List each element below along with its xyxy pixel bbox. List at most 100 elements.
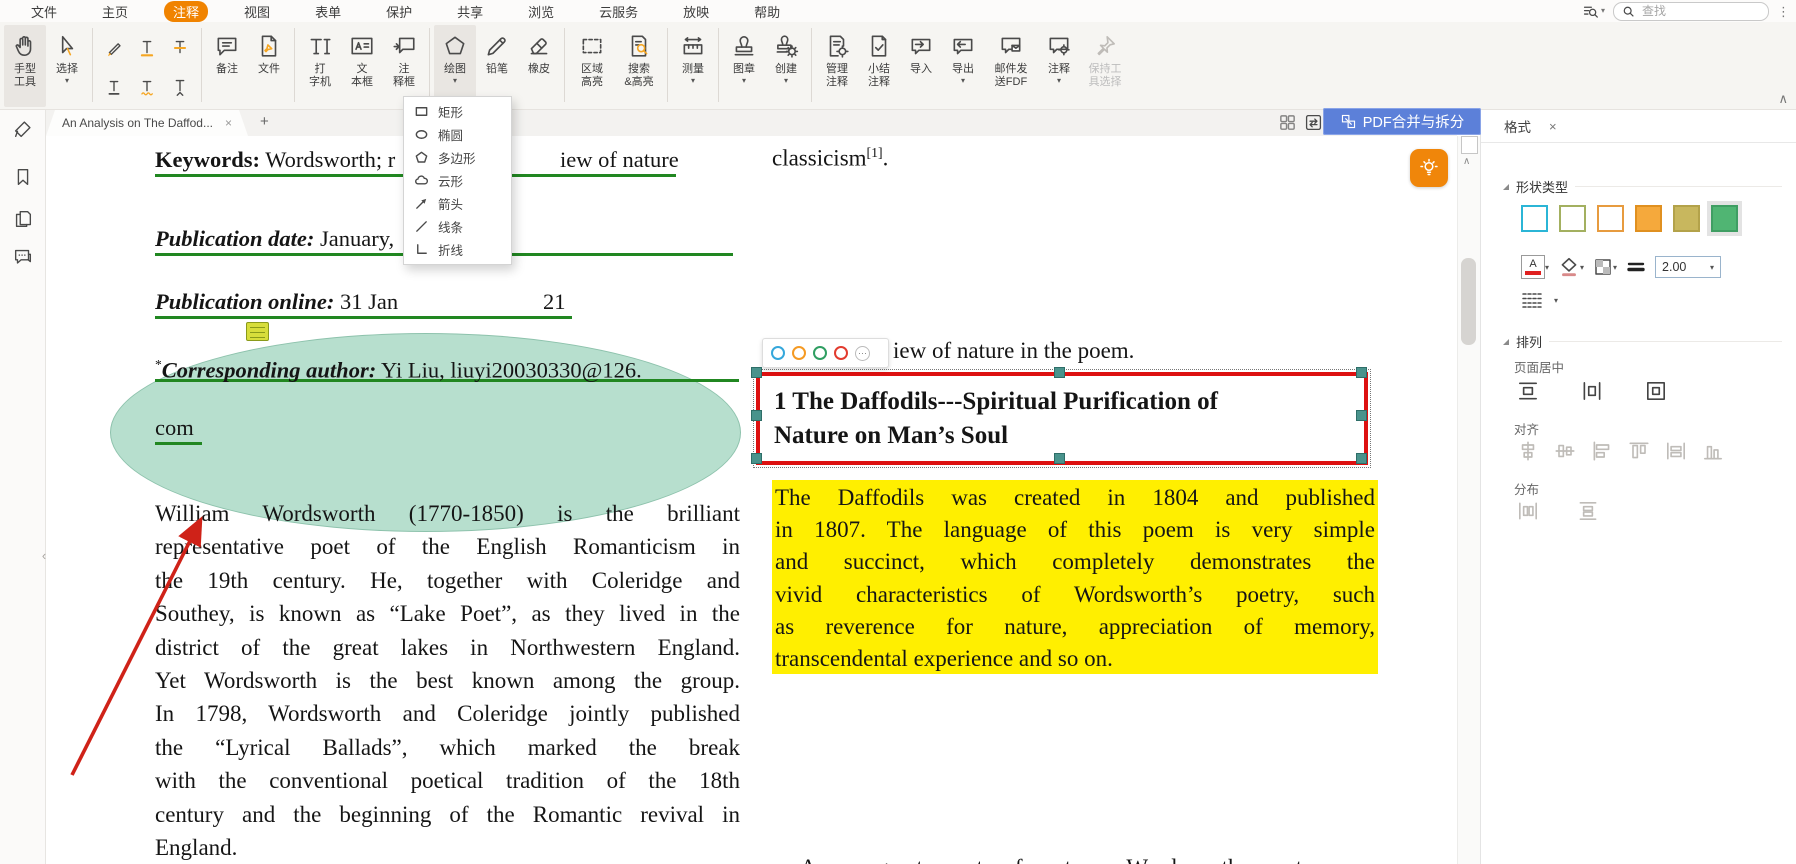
assistant-lightbulb-button[interactable] bbox=[1410, 149, 1448, 187]
format-panel-tab[interactable]: 格式 bbox=[1504, 116, 1531, 136]
resize-handle-se[interactable] bbox=[1356, 453, 1367, 464]
resize-handle-e[interactable] bbox=[1356, 410, 1367, 421]
color-swatch-green[interactable] bbox=[813, 346, 827, 360]
menu-view[interactable]: 视图 bbox=[235, 1, 279, 22]
menu-item-polygon[interactable]: 多边形 bbox=[404, 146, 511, 169]
color-swatch-blue[interactable] bbox=[771, 346, 785, 360]
menu-item-ellipse[interactable]: 椭圆 bbox=[404, 123, 511, 146]
menu-help[interactable]: 帮助 bbox=[745, 1, 789, 22]
typewriter-button[interactable]: 打字机 bbox=[299, 25, 341, 107]
menu-share[interactable]: 共享 bbox=[448, 1, 492, 22]
highlight-text-button[interactable] bbox=[103, 37, 125, 59]
close-panel-icon[interactable]: × bbox=[1549, 119, 1557, 134]
document-tab[interactable]: An Analysis on The Daffod... × bbox=[46, 110, 248, 136]
scroll-up-icon[interactable]: ∧ bbox=[1463, 156, 1470, 167]
shape-style-olive-outline[interactable] bbox=[1559, 205, 1586, 232]
pdf-merge-split-button[interactable]: PDF合并与拆分 bbox=[1323, 108, 1481, 135]
strikeout-text-button[interactable] bbox=[169, 37, 191, 59]
shape-style-orange-outline[interactable] bbox=[1597, 205, 1624, 232]
menu-item-rectangle[interactable]: 矩形 bbox=[404, 100, 511, 123]
menu-present[interactable]: 放映 bbox=[674, 1, 718, 22]
shape-style-khaki-fill[interactable] bbox=[1673, 205, 1700, 232]
dash-style-button[interactable]: ▾ bbox=[1521, 291, 1558, 309]
search-list-icon[interactable]: ▾ bbox=[1582, 3, 1605, 20]
measure-button[interactable]: 测量 ▾ bbox=[672, 25, 714, 107]
menu-annotate[interactable]: 注释 bbox=[164, 1, 208, 22]
eraser-button[interactable]: 橡皮 bbox=[518, 25, 560, 107]
shape-type-section-header[interactable]: 形状类型 bbox=[1503, 177, 1782, 196]
stamp-button[interactable]: 图章 ▾ bbox=[723, 25, 765, 107]
summarize-comments-button[interactable]: 小结注释 bbox=[858, 25, 900, 107]
fill-color-button[interactable]: ▾ bbox=[1558, 256, 1584, 278]
underline-text-button[interactable] bbox=[136, 37, 158, 59]
more-menu-icon[interactable]: ⋮ bbox=[1777, 5, 1790, 18]
shape-style-green-fill[interactable] bbox=[1711, 205, 1738, 232]
shape-style-cyan[interactable] bbox=[1521, 205, 1548, 232]
more-colors-icon[interactable]: ⋯ bbox=[855, 346, 870, 361]
comments-settings-button[interactable]: 注释 ▾ bbox=[1038, 25, 1080, 107]
arrange-section-header[interactable]: 排列 bbox=[1503, 332, 1782, 351]
export-comments-button[interactable]: 导出 ▾ bbox=[942, 25, 984, 107]
pencil-button[interactable]: 铅笔 bbox=[476, 25, 518, 107]
resize-handle-nw[interactable] bbox=[751, 367, 762, 378]
stroke-width-spinner[interactable]: 2.00 ▾ bbox=[1655, 256, 1721, 278]
email-fdf-button[interactable]: 邮件发送FDF bbox=[984, 25, 1038, 107]
document-page[interactable]: Keywords: Wordsworth; r iew of nature Pu… bbox=[46, 136, 1457, 864]
center-vertically-icon[interactable] bbox=[1516, 379, 1540, 403]
arrow-annotation[interactable] bbox=[60, 505, 260, 795]
switch-window-icon[interactable] bbox=[1304, 113, 1323, 132]
menu-item-cloud[interactable]: 云形 bbox=[404, 169, 511, 192]
menu-item-line[interactable]: 线条 bbox=[404, 215, 511, 238]
sticky-note-annotation[interactable] bbox=[246, 322, 269, 341]
menu-browse[interactable]: 浏览 bbox=[519, 1, 563, 22]
create-stamp-button[interactable]: 创建 ▾ bbox=[765, 25, 807, 107]
resize-handle-w[interactable] bbox=[751, 410, 762, 421]
center-horizontally-icon[interactable] bbox=[1580, 379, 1604, 403]
border-color-button[interactable]: A ▾ bbox=[1521, 255, 1549, 279]
menu-home[interactable]: 主页 bbox=[93, 1, 137, 22]
center-both-icon[interactable] bbox=[1644, 379, 1668, 403]
find-search-box[interactable] bbox=[1613, 2, 1769, 21]
resize-handle-ne[interactable] bbox=[1356, 367, 1367, 378]
opacity-button[interactable]: ▾ bbox=[1593, 257, 1617, 277]
menu-item-arrow[interactable]: 箭头 bbox=[404, 192, 511, 215]
area-highlight-button[interactable]: 区域高亮 bbox=[569, 25, 615, 107]
close-tab-icon[interactable]: × bbox=[225, 116, 232, 130]
search-input[interactable] bbox=[1640, 3, 1739, 19]
draw-shapes-button[interactable]: 绘图 ▾ bbox=[434, 25, 476, 107]
select-tool-button[interactable]: 选择 ▾ bbox=[46, 25, 88, 107]
bookmark-icon[interactable] bbox=[9, 163, 37, 191]
textbox-button[interactable]: 文本框 bbox=[341, 25, 383, 107]
comments-panel-icon[interactable] bbox=[9, 243, 37, 271]
resize-handle-s[interactable] bbox=[1054, 453, 1065, 464]
vertical-scrollbar[interactable]: ∧ bbox=[1457, 136, 1480, 864]
callout-button[interactable]: 注释框 bbox=[383, 25, 425, 107]
resize-handle-n[interactable] bbox=[1054, 367, 1065, 378]
page-thumbnails-icon[interactable] bbox=[9, 205, 37, 233]
insert-text-button[interactable] bbox=[103, 76, 125, 98]
menu-form[interactable]: 表单 bbox=[306, 1, 350, 22]
new-tab-button[interactable]: + bbox=[260, 113, 269, 130]
note-comment-button[interactable]: 备注 bbox=[206, 25, 248, 107]
manage-comments-button[interactable]: 管理注释 bbox=[816, 25, 858, 107]
file-attachment-button[interactable]: 文件 bbox=[248, 25, 290, 107]
rectangle-annotation-selected[interactable]: 1 The Daffodils---Spiritual Purification… bbox=[756, 372, 1368, 465]
highlight-annotation[interactable]: The Daffodils was created in 1804 and pu… bbox=[772, 480, 1378, 674]
menu-cloud[interactable]: 云服务 bbox=[590, 1, 647, 22]
color-swatch-red[interactable] bbox=[834, 346, 848, 360]
replace-text-button[interactable] bbox=[169, 76, 191, 98]
collapse-ribbon-icon[interactable]: ∧ bbox=[1778, 92, 1788, 105]
import-comments-button[interactable]: 导入 bbox=[900, 25, 942, 107]
menu-item-polyline[interactable]: 折线 bbox=[404, 238, 511, 261]
squiggly-underline-button[interactable] bbox=[136, 76, 158, 98]
search-highlight-button[interactable]: 搜索&高亮 bbox=[615, 25, 663, 107]
shape-style-orange-fill[interactable] bbox=[1635, 205, 1662, 232]
annotate-pen-icon[interactable] bbox=[9, 115, 37, 143]
scrollbar-thumb[interactable] bbox=[1461, 258, 1476, 345]
scroll-page-box[interactable] bbox=[1461, 136, 1478, 154]
resize-handle-sw[interactable] bbox=[751, 453, 762, 464]
app-grid-icon[interactable] bbox=[1278, 113, 1297, 132]
color-swatch-orange[interactable] bbox=[792, 346, 806, 360]
menu-protect[interactable]: 保护 bbox=[377, 1, 421, 22]
menu-file[interactable]: 文件 bbox=[22, 1, 66, 22]
